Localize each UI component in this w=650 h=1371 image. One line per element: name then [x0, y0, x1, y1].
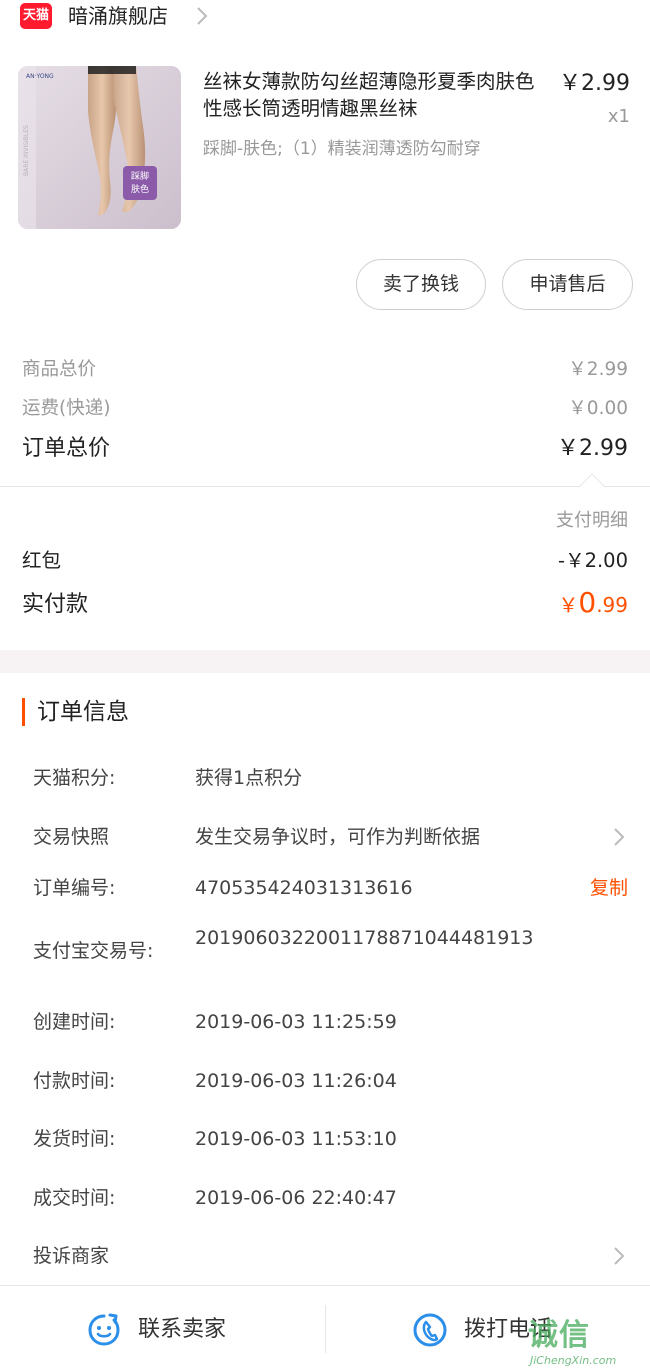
snapshot-row[interactable]: 交易快照 发生交易争议时，可作为判断依据 — [33, 823, 628, 851]
red-packet-value: -￥2.00 — [558, 549, 628, 572]
closed-time-label: 成交时间: — [33, 1187, 116, 1209]
section-gap — [0, 650, 650, 673]
contact-seller-button[interactable]: 联系卖家 — [86, 1311, 266, 1349]
copy-button[interactable]: 复制 — [590, 874, 628, 902]
complain-label: 投诉商家 — [33, 1245, 110, 1267]
bottom-bar-separator — [325, 1305, 326, 1353]
payment-detail-label: 支付明细 — [556, 510, 628, 531]
red-packet-label: 红包 — [22, 549, 62, 572]
watermark-text: 诚信 — [528, 1318, 590, 1353]
watermark-subtext: JiChengXin.com — [530, 1354, 617, 1367]
shipped-time-row: 发货时间: 2019-06-03 11:53:10 — [33, 1125, 628, 1153]
divider — [0, 486, 650, 487]
actual-paid-row: 实付款 — [22, 590, 628, 620]
chevron-right-icon — [614, 828, 625, 846]
phone-icon — [413, 1313, 447, 1347]
contact-seller-label: 联系卖家 — [138, 1317, 227, 1342]
created-time-value: 2019-06-03 11:25:59 — [195, 1011, 397, 1033]
shipped-time-value: 2019-06-03 11:53:10 — [195, 1128, 397, 1150]
complain-row[interactable]: 投诉商家 — [33, 1242, 628, 1270]
paid-time-row: 付款时间: 2019-06-03 11:26:04 — [33, 1067, 628, 1095]
tmall-logo-icon: 天猫 — [20, 3, 52, 29]
order-number-row: 订单编号: 470535424031313616 复制 — [33, 874, 628, 902]
goods-total-row: 商品总价 ￥2.99 — [22, 357, 628, 383]
thumb-brand: AN·YONG — [26, 73, 54, 80]
actual-paid-value: ￥0.99 — [558, 586, 628, 619]
price-integer: 0 — [578, 586, 597, 619]
product-sku: 踩脚-肤色;（1）精装润薄透防勾耐穿 — [203, 139, 481, 159]
points-row: 天猫积分: 获得1点积分 — [33, 764, 628, 792]
product-price: ￥2.99 — [559, 71, 630, 96]
chevron-right-icon — [197, 7, 208, 25]
order-info-title: 订单信息 — [22, 698, 129, 726]
sell-for-cash-button[interactable]: 卖了换钱 — [356, 259, 486, 310]
product-image: 踩脚 肤色 AN·YONG BARE INVISIBLES — [18, 66, 181, 229]
actual-paid-label: 实付款 — [22, 592, 89, 617]
shop-header[interactable]: 天猫 暗涌旗舰店 — [0, 0, 650, 34]
shipped-time-label: 发货时间: — [33, 1128, 116, 1150]
currency-symbol: ￥ — [558, 593, 579, 617]
created-time-row: 创建时间: 2019-06-03 11:25:59 — [33, 1008, 628, 1036]
red-packet-row: 红包 -￥2.00 — [22, 547, 628, 575]
order-total-label: 订单总价 — [22, 436, 111, 461]
paid-time-value: 2019-06-03 11:26:04 — [195, 1070, 397, 1092]
closed-time-row: 成交时间: 2019-06-06 22:40:47 — [33, 1184, 628, 1212]
snapshot-value: 发生交易争议时，可作为判断依据 — [195, 826, 481, 848]
alipay-number-row: 支付宝交易号: 2019060322001178871044481913 — [33, 924, 628, 980]
thumb-tag-line1: 踩脚 — [131, 171, 149, 182]
shop-name[interactable]: 暗涌旗舰店 — [68, 2, 168, 30]
alipay-number-value: 2019060322001178871044481913 — [195, 927, 534, 949]
chevron-right-icon — [614, 1247, 625, 1265]
price-decimal: .99 — [596, 593, 628, 617]
snapshot-label: 交易快照 — [33, 826, 110, 848]
order-number-label: 订单编号: — [33, 877, 116, 899]
product-title[interactable]: 丝袜女薄款防勾丝超薄隐形夏季肉肤色性感长筒透明情趣黑丝袜 — [203, 68, 535, 122]
goods-total-value: ￥2.99 — [568, 359, 628, 380]
paid-time-label: 付款时间: — [33, 1070, 116, 1092]
shipping-label: 运费(快递) — [22, 398, 111, 419]
product-thumbnail[interactable]: 踩脚 肤色 AN·YONG BARE INVISIBLES — [18, 66, 181, 229]
alipay-number-label: 支付宝交易号: — [33, 940, 154, 962]
notch-caret-icon — [579, 473, 605, 499]
order-total-value: ￥2.99 — [557, 436, 628, 461]
chat-icon — [88, 1313, 120, 1346]
points-value: 获得1点积分 — [195, 767, 303, 789]
after-sale-button[interactable]: 申请售后 — [502, 259, 633, 310]
goods-total-label: 商品总价 — [22, 359, 97, 380]
closed-time-value: 2019-06-06 22:40:47 — [195, 1187, 397, 1209]
order-total-row: 订单总价 ￥2.99 — [22, 434, 628, 464]
shipping-value: ￥0.00 — [568, 398, 628, 419]
points-label: 天猫积分: — [33, 767, 116, 789]
shipping-row: 运费(快递) ￥0.00 — [22, 396, 628, 422]
order-number-value: 470535424031313616 — [195, 877, 413, 899]
watermark-logo: 诚信 JiChengXin.com — [528, 1318, 650, 1371]
thumb-vertical-text: BARE INVISIBLES — [23, 125, 30, 176]
thumb-tag-line2: 肤色 — [131, 183, 149, 195]
product-quantity: x1 — [607, 106, 630, 127]
created-time-label: 创建时间: — [33, 1011, 116, 1033]
